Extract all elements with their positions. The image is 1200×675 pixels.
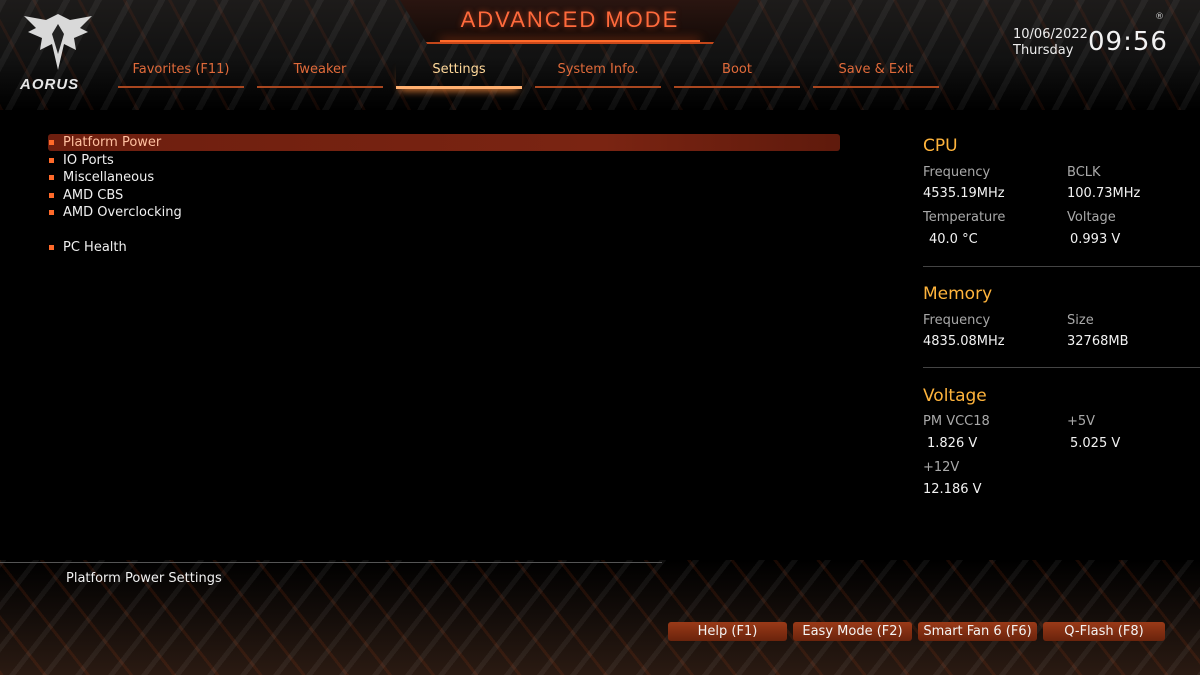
bullet-icon xyxy=(49,175,54,180)
menu-item-amd-overclocking[interactable]: AMD Overclocking xyxy=(48,204,840,221)
tab-settings[interactable]: Settings xyxy=(396,60,522,89)
registered-mark-icon: ® xyxy=(1155,12,1164,22)
cpu-temperature-label: Temperature xyxy=(923,210,1006,225)
help-button[interactable]: Help (F1) xyxy=(668,622,787,641)
cpu-voltage-label: Voltage xyxy=(1067,210,1116,225)
help-divider xyxy=(0,562,662,563)
memory-frequency-label: Frequency xyxy=(923,313,991,328)
tab-favorites[interactable]: Favorites (F11) xyxy=(118,60,244,88)
cpu-bclk-label: BCLK xyxy=(1067,165,1101,180)
plus12v-label: +12V xyxy=(923,460,960,475)
cpu-frequency-label: Frequency xyxy=(923,165,991,180)
cpu-bclk-value: 100.73MHz xyxy=(1067,186,1141,201)
cpu-frequency-value: 4535.19MHz xyxy=(923,186,1005,201)
plus5v-label: +5V xyxy=(1067,414,1096,429)
tab-boot[interactable]: Boot xyxy=(674,60,800,88)
menu-item-label: IO Ports xyxy=(63,153,114,168)
menu-item-io-ports[interactable]: IO Ports xyxy=(48,152,840,169)
menu-item-label: AMD Overclocking xyxy=(63,205,182,220)
memory-frequency-value: 4835.08MHz xyxy=(923,334,1005,349)
date-display: 10/06/2022 Thursday xyxy=(1013,27,1088,59)
menu-item-platform-power[interactable]: Platform Power xyxy=(48,134,840,151)
plus5v-value: 5.025 V xyxy=(1070,436,1121,451)
section-divider xyxy=(923,367,1200,368)
bullet-icon xyxy=(49,245,54,250)
pm-vcc18-value: 1.826 V xyxy=(927,436,978,451)
bullet-icon xyxy=(49,210,54,215)
bullet-icon xyxy=(49,158,54,163)
menu-item-label: Miscellaneous xyxy=(63,170,155,185)
plus12v-value: 12.186 V xyxy=(923,482,982,497)
menu-item-miscellaneous[interactable]: Miscellaneous xyxy=(48,169,840,186)
voltage-section-title: Voltage xyxy=(923,386,987,406)
menu-item-label: PC Health xyxy=(63,240,127,255)
memory-size-label: Size xyxy=(1067,313,1094,328)
help-description: Platform Power Settings xyxy=(66,571,222,586)
q-flash-button[interactable]: Q-Flash (F8) xyxy=(1043,622,1165,641)
cpu-section-title: CPU xyxy=(923,136,958,156)
memory-size-value: 32768MB xyxy=(1067,334,1129,349)
cpu-temperature-value: 40.0 °C xyxy=(929,232,978,247)
cpu-voltage-value: 0.993 V xyxy=(1070,232,1121,247)
logo-text: AORUS xyxy=(20,76,80,93)
menu-item-pc-health[interactable]: PC Health xyxy=(48,239,840,256)
menu-item-label: AMD CBS xyxy=(63,188,124,203)
clock: 09:56 xyxy=(1088,27,1168,57)
memory-section-title: Memory xyxy=(923,284,993,304)
tab-system-info[interactable]: System Info. xyxy=(535,60,661,88)
date-text: 10/06/2022 xyxy=(1013,27,1088,42)
easy-mode-button[interactable]: Easy Mode (F2) xyxy=(793,622,912,641)
tab-save-exit[interactable]: Save & Exit xyxy=(813,60,939,88)
bullet-icon xyxy=(49,193,54,198)
tab-tweaker[interactable]: Tweaker xyxy=(257,60,383,88)
menu-item-label: Platform Power xyxy=(63,135,162,150)
day-text: Thursday xyxy=(1013,43,1074,58)
menu-item-amd-cbs[interactable]: AMD CBS xyxy=(48,187,840,204)
bullet-icon xyxy=(49,140,54,145)
section-divider xyxy=(923,266,1200,267)
smart-fan-button[interactable]: Smart Fan 6 (F6) xyxy=(918,622,1037,641)
pm-vcc18-label: PM VCC18 xyxy=(923,414,990,429)
page-title: ADVANCED MODE xyxy=(460,7,680,32)
